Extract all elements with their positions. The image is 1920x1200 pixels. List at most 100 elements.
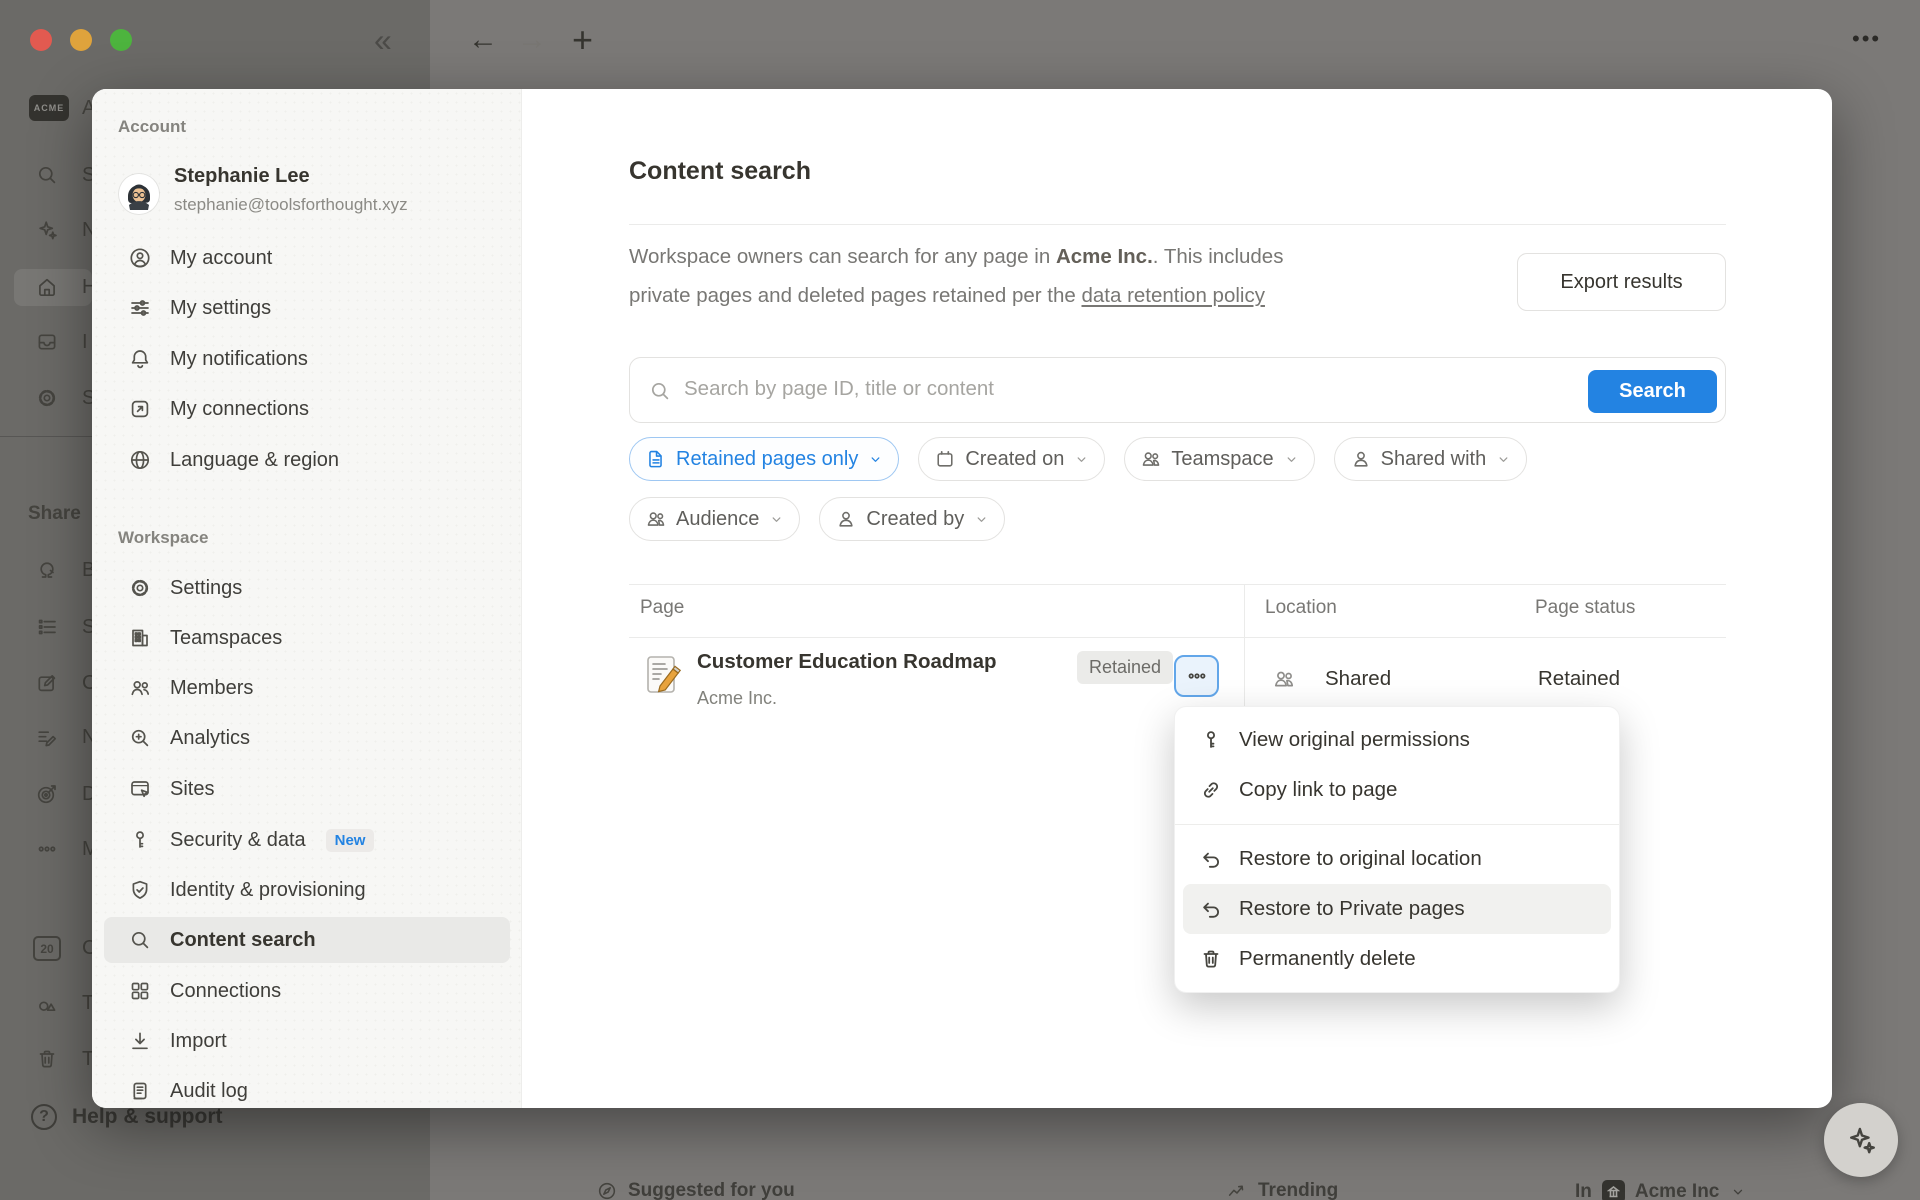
data-retention-policy-link[interactable]: data retention policy	[1081, 284, 1264, 307]
sidebar-item-analytics[interactable]: Analytics	[104, 715, 510, 761]
collapse-sidebar-icon[interactable]: «	[374, 24, 392, 56]
sidebar-item-teamspaces[interactable]: Teamspaces	[104, 615, 510, 661]
download-icon	[128, 1029, 152, 1053]
export-results-button[interactable]: Export results	[1517, 253, 1726, 311]
search-button[interactable]: Search	[1588, 370, 1717, 413]
sidebar-item-members[interactable]: Members	[104, 665, 510, 711]
new-tab-icon[interactable]: +	[572, 22, 593, 58]
window-more-icon[interactable]: •••	[1852, 28, 1881, 50]
menu-item-permanently-delete[interactable]: Permanently delete	[1183, 934, 1611, 984]
page-title-cell[interactable]: Customer Education Roadmap	[697, 650, 997, 674]
sidebar-item-audit-log[interactable]: Audit log	[104, 1068, 510, 1108]
search-icon	[35, 163, 59, 187]
chevron-down-icon	[1495, 451, 1512, 468]
column-header-location: Location	[1265, 597, 1337, 619]
sidebar-item-label: Security & data	[170, 829, 306, 852]
table-header-border	[629, 637, 1726, 638]
new-badge: New	[326, 829, 375, 852]
workspace-filter: In Acme Inc	[1575, 1180, 1747, 1200]
filter-teamspace[interactable]: Teamspace	[1124, 437, 1314, 481]
chevron-down-icon	[867, 451, 884, 468]
profile-row[interactable]: Stephanie Lee stephanie@toolsforthought.…	[92, 164, 522, 224]
filter-row-1: Retained pages only Created on Teamspace…	[629, 437, 1527, 481]
menu-item-copy-link-to-page[interactable]: Copy link to page	[1183, 765, 1611, 815]
sidebar-item-connections[interactable]: Connections	[104, 968, 510, 1014]
workspace-logo: ACME	[29, 95, 69, 121]
chevron-down-icon	[1073, 451, 1090, 468]
filter-label: Shared with	[1381, 448, 1487, 471]
sidebar-item-identity-provisioning[interactable]: Identity & provisioning	[104, 867, 510, 913]
sidebar-item-my-connections[interactable]: My connections	[104, 386, 510, 432]
filter-audience[interactable]: Audience	[629, 497, 800, 541]
suggested-for-you-section: Suggested for you	[596, 1180, 795, 1200]
sidebar-item-sites[interactable]: Sites	[104, 766, 510, 812]
gear-icon	[128, 576, 152, 600]
zoom-window-button[interactable]	[110, 29, 132, 51]
sidebar-item-my-settings[interactable]: My settings	[104, 285, 510, 331]
row-more-button[interactable]	[1174, 655, 1219, 697]
menu-item-view-original-permissions[interactable]: View original permissions	[1183, 715, 1611, 765]
undo-icon	[1199, 847, 1223, 871]
page-status-cell: Retained	[1538, 667, 1620, 691]
sidebar-item-import[interactable]: Import	[104, 1018, 510, 1064]
search-input[interactable]: Search by page ID, title or content	[684, 377, 994, 401]
table-top-border	[629, 584, 1726, 585]
magnifier-plus-icon	[128, 726, 152, 750]
file-icon	[645, 448, 667, 470]
menu-item-restore-to-original-location[interactable]: Restore to original location	[1183, 834, 1611, 884]
sidebar-item-security-data[interactable]: Security & data New	[104, 817, 510, 863]
page-description: Workspace owners can search for any page…	[629, 237, 1389, 315]
avatar	[119, 174, 159, 214]
chevron-down-icon	[1729, 1183, 1747, 1200]
sidebar-item-label: My notifications	[170, 348, 308, 371]
minimize-window-button[interactable]	[70, 29, 92, 51]
menu-item-restore-to-private-pages[interactable]: Restore to Private pages	[1183, 884, 1611, 934]
filter-retained-pages-only[interactable]: Retained pages only	[629, 437, 899, 481]
sidebar-item-my-account[interactable]: My account	[104, 235, 510, 281]
people-icon	[1140, 448, 1162, 470]
scroll-icon	[128, 1079, 152, 1103]
ai-assistant-button[interactable]	[1824, 1103, 1898, 1177]
sliders-icon	[128, 296, 152, 320]
filter-created-on[interactable]: Created on	[918, 437, 1105, 481]
sidebar-item-content-search[interactable]: Content search	[104, 917, 510, 963]
forward-icon[interactable]: →	[517, 25, 547, 55]
menu-item-label: View original permissions	[1239, 728, 1470, 752]
company-name: Acme Inc.	[1056, 245, 1153, 268]
settings-sidebar: Account Stephanie Lee stephanie@	[92, 89, 522, 1108]
page-subtitle-cell: Acme Inc.	[697, 688, 777, 709]
magnifier-icon	[128, 928, 152, 952]
sidebar-item-settings[interactable]: Settings	[104, 565, 510, 611]
workspace-mini-logo	[1602, 1180, 1625, 1200]
templates-icon	[35, 991, 59, 1015]
screen: « ← → + ••• ACME A S N H I S Share B S C…	[0, 0, 1920, 1200]
filter-label: Created on	[965, 448, 1064, 471]
chevron-down-icon	[768, 511, 785, 528]
column-header-page: Page	[640, 597, 684, 619]
sidebar-item-label: Import	[170, 1030, 227, 1053]
location-cell: Shared	[1325, 667, 1391, 691]
sparkle-icon	[1844, 1123, 1878, 1157]
key-icon	[128, 828, 152, 852]
trending-icon	[1226, 1180, 1248, 1200]
profile-name: Stephanie Lee	[174, 165, 310, 188]
people-icon	[645, 508, 667, 530]
close-window-button[interactable]	[30, 29, 52, 51]
person-icon	[1350, 448, 1372, 470]
sidebar-item-label: Teamspaces	[170, 627, 282, 650]
key-icon	[1199, 728, 1223, 752]
filter-created-by[interactable]: Created by	[819, 497, 1005, 541]
back-icon[interactable]: ←	[468, 25, 498, 55]
title-divider	[629, 224, 1726, 225]
filter-shared-with[interactable]: Shared with	[1334, 437, 1528, 481]
shared-section-label: Share	[28, 503, 81, 525]
filter-label: Created by	[866, 508, 964, 531]
sidebar-item-label: Settings	[170, 577, 242, 600]
sidebar-item-language-region[interactable]: Language & region	[104, 437, 510, 483]
menu-item-label: Restore to Private pages	[1239, 897, 1465, 921]
sidebar-item-my-notifications[interactable]: My notifications	[104, 336, 510, 382]
page-title: Content search	[629, 157, 811, 186]
bell-icon	[128, 347, 152, 371]
search-bar[interactable]: Search by page ID, title or content Sear…	[629, 357, 1726, 423]
sidebar-item-label: Identity & provisioning	[170, 879, 366, 902]
